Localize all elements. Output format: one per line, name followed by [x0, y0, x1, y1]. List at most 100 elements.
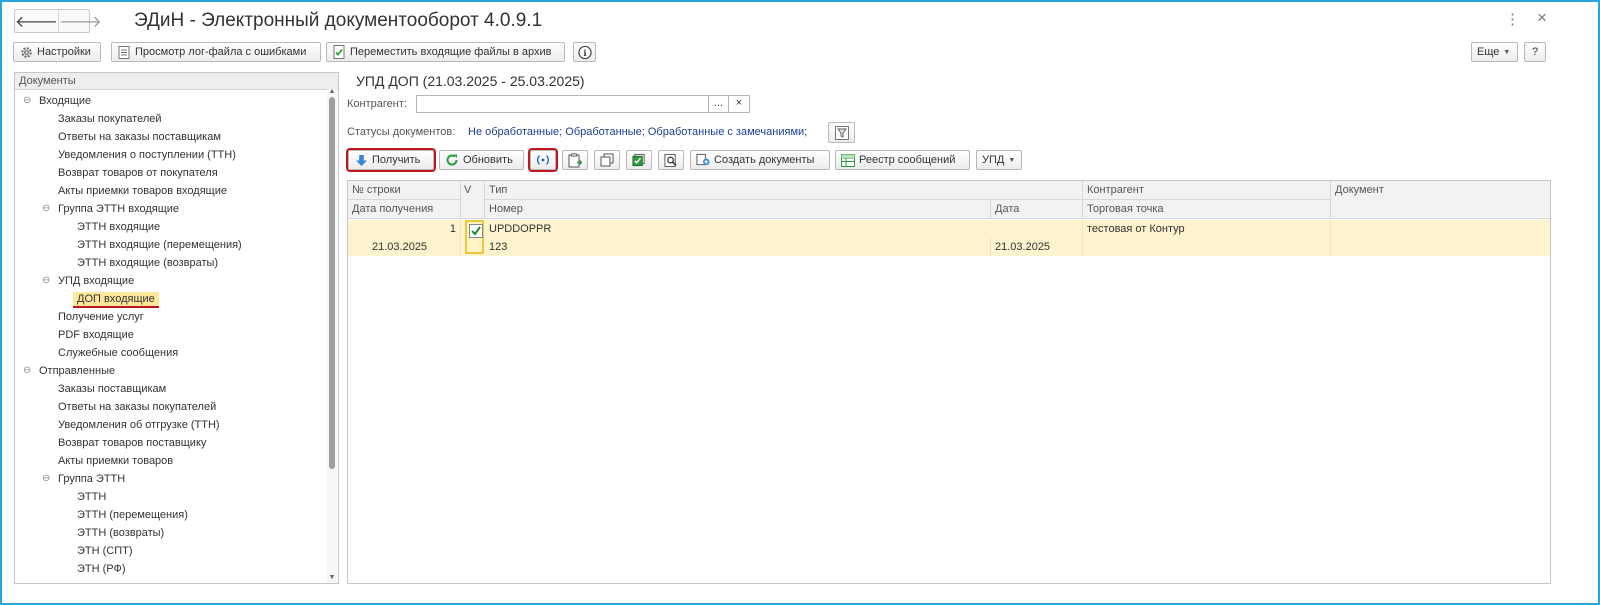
tree-item-incoming[interactable]: ⊖ Входящие	[23, 92, 91, 110]
tree-item-label: Ответы на заказы покупателей	[58, 401, 217, 413]
cell-type: UPDDOPPR	[485, 220, 1083, 238]
help-button[interactable]: ?	[1524, 42, 1546, 62]
refresh-icon	[445, 153, 459, 167]
tree-item-sent[interactable]: ⊖ Отправленные	[23, 362, 115, 380]
tree-item-label: Получение услуг	[58, 311, 144, 323]
exchange-button[interactable]	[528, 148, 558, 172]
sidebar-scrollbar[interactable]: ▲ ▼	[327, 88, 337, 583]
download-arrow-icon	[354, 153, 368, 167]
collapse-icon[interactable]: ⊖	[42, 272, 50, 290]
scrollbar-thumb[interactable]	[329, 97, 335, 469]
documents-tree: ⊖ Входящие Заказы покупателей Ответы на з…	[15, 90, 326, 583]
scroll-up-icon[interactable]: ▲	[327, 88, 337, 95]
settings-label: Настройки	[37, 46, 91, 58]
tree-item-returns-from-customer[interactable]: Возврат товаров от покупателя	[58, 164, 218, 182]
tree-item-shipment-notices[interactable]: Уведомления об отгрузке (ТТН)	[58, 416, 220, 434]
status-filter-button[interactable]	[828, 122, 855, 143]
tree-item-etn-spt[interactable]: ЭТН (СПТ)	[77, 542, 133, 560]
counterparty-clear-button[interactable]: ×	[729, 95, 750, 113]
caret-down-icon: ▼	[1503, 48, 1511, 56]
tree-item-label: ЭТТН (перемещения)	[77, 509, 188, 521]
column-header-trade-point[interactable]: Торговая точка	[1083, 200, 1331, 219]
view-log-button[interactable]: Просмотр лог-файла с ошибками	[111, 42, 321, 62]
move-to-archive-button[interactable]: Переместить входящие файлы в архив	[326, 42, 565, 62]
upd-dropdown-button[interactable]: УПД ▼	[976, 150, 1022, 170]
receive-button[interactable]: Получить	[346, 148, 436, 172]
info-button[interactable]: i	[573, 42, 596, 62]
scroll-down-icon[interactable]: ▼	[327, 574, 337, 581]
tree-item-order-responses-customers[interactable]: Ответы на заказы покупателей	[58, 398, 216, 416]
cell-received-date: 21.03.2025	[348, 238, 461, 256]
tree-item-ettn-transfers[interactable]: ЭТТН (перемещения)	[77, 506, 188, 524]
collapse-icon[interactable]: ⊖	[23, 92, 31, 110]
collapse-icon[interactable]: ⊖	[42, 200, 50, 218]
tree-item-label: ЭТТН входящие	[77, 221, 161, 233]
tree-item-order-responses-suppliers[interactable]: Ответы на заказы поставщикам	[58, 128, 221, 146]
more-button[interactable]: Еще ▼	[1471, 42, 1518, 62]
refresh-button[interactable]: Обновить	[439, 150, 524, 170]
check-documents-icon	[632, 153, 646, 167]
tree-item-label: ДОП входящие	[73, 292, 159, 308]
cell-line-no: 1	[348, 220, 461, 238]
row-checkbox[interactable]	[465, 220, 484, 254]
tree-item-pdf-incoming[interactable]: PDF входящие	[58, 326, 134, 344]
collapse-icon[interactable]: ⊖	[23, 362, 31, 380]
column-header-received-date[interactable]: Дата получения	[348, 200, 461, 219]
settings-button[interactable]: Настройки	[13, 42, 101, 62]
refresh-label: Обновить	[463, 154, 513, 166]
close-window-icon[interactable]: ×	[1537, 8, 1547, 28]
tree-item-label: ЭТН (РФ)	[77, 563, 126, 575]
cell-number: 123	[485, 238, 991, 256]
column-header-type[interactable]: Тип	[485, 181, 1083, 200]
tree-item-label: ЭТТН	[77, 491, 107, 503]
tree-item-label: ЭТТН входящие (возвраты)	[77, 257, 219, 269]
copy-button[interactable]	[594, 150, 620, 170]
cell-date: 21.03.2025	[991, 238, 1083, 256]
tree-item-label: Заказы покупателей	[58, 113, 162, 125]
tree-item-acceptance-acts-incoming[interactable]: Акты приемки товаров входящие	[58, 182, 227, 200]
tree-item-upd-incoming[interactable]: ⊖ УПД входящие	[42, 272, 134, 290]
column-header-line-no[interactable]: № строки	[348, 181, 461, 200]
message-registry-label: Реестр сообщений	[859, 154, 956, 166]
tree-item-supplier-orders[interactable]: Заказы поставщикам	[58, 380, 166, 398]
counterparty-input[interactable]	[416, 95, 709, 113]
tree-item-ettn-group[interactable]: ⊖ Группа ЭТТН	[42, 470, 125, 488]
tree-item-label: ЭТТН входящие (перемещения)	[77, 239, 242, 251]
ellipsis-icon: ...	[713, 97, 724, 109]
more-label: Еще	[1477, 46, 1500, 58]
tree-item-service-messages[interactable]: Служебные сообщения	[58, 344, 178, 362]
forward-button[interactable]: 🡒	[57, 10, 102, 32]
tree-item-label: Заказы поставщикам	[58, 383, 167, 395]
tree-item-customer-orders[interactable]: Заказы покупателей	[58, 110, 162, 128]
tree-item-ettn-incoming-returns[interactable]: ЭТТН входящие (возвраты)	[77, 254, 218, 272]
tree-item-receipt-notices[interactable]: Уведомления о поступлении (ТТН)	[58, 146, 236, 164]
tree-item-etn-rf[interactable]: ЭТН (РФ)	[77, 560, 126, 578]
tree-item-ettn-group-incoming[interactable]: ⊖ Группа ЭТТН входящие	[42, 200, 179, 218]
counterparty-select-button[interactable]: ...	[708, 95, 729, 113]
tree-item-ettn-incoming-transfers[interactable]: ЭТТН входящие (перемещения)	[77, 236, 242, 254]
column-header-number[interactable]: Номер	[485, 200, 991, 219]
mark-processed-button[interactable]	[626, 150, 652, 170]
window-menu-icon[interactable]: ⋮	[1505, 10, 1520, 28]
tree-item-acceptance-acts[interactable]: Акты приемки товаров	[58, 452, 173, 470]
info-icon: i	[577, 45, 592, 59]
tree-item-returns-to-supplier[interactable]: Возврат товаров поставщику	[58, 434, 206, 452]
column-header-v[interactable]: V	[461, 181, 485, 219]
tree-item-ettn-incoming[interactable]: ЭТТН входящие	[77, 218, 160, 236]
column-header-document[interactable]: Документ	[1331, 181, 1550, 219]
tree-item-ettn[interactable]: ЭТТН	[77, 488, 106, 506]
paste-document-button[interactable]	[562, 150, 588, 170]
tree-item-ettn-returns[interactable]: ЭТТН (возвраты)	[77, 524, 164, 542]
tree-item-services-receipt[interactable]: Получение услуг	[58, 308, 144, 326]
preview-button[interactable]	[658, 150, 684, 170]
registry-table-icon	[841, 153, 855, 167]
message-registry-button[interactable]: Реестр сообщений	[835, 150, 970, 170]
tree-item-dop-incoming[interactable]: ДОП входящие	[73, 290, 159, 308]
collapse-icon[interactable]: ⊖	[42, 470, 50, 488]
column-header-date[interactable]: Дата	[991, 200, 1083, 219]
sidebar-header-label: Документы	[19, 75, 76, 87]
column-header-counterparty[interactable]: Контрагент	[1083, 181, 1331, 200]
back-button[interactable]: 🡐	[15, 10, 58, 32]
statuses-filter-link[interactable]: Не обработанные; Обработанные; Обработан…	[468, 126, 807, 138]
create-documents-button[interactable]: Создать документы	[690, 150, 830, 170]
